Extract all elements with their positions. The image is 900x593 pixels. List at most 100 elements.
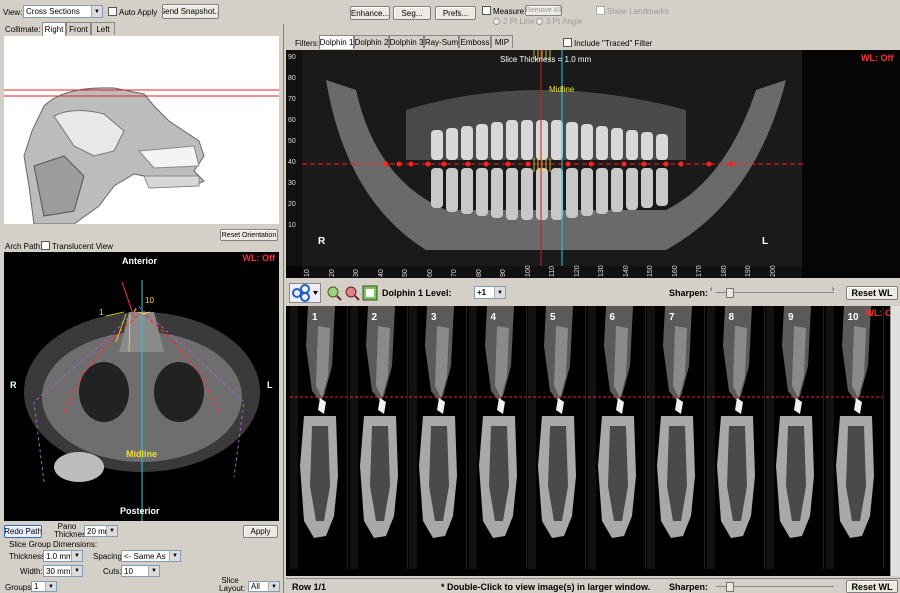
ruler-tick: 90 (288, 54, 296, 61)
cross-section-thumbnail[interactable]: 5 (528, 306, 586, 569)
chevron-down-icon: ▼ (494, 287, 505, 298)
status-sharpen-slider[interactable] (716, 582, 834, 592)
level-label: Dolphin 1 Level: (382, 288, 452, 298)
collimate-tabs: Right Front Left (42, 22, 122, 36)
slice-number: 4 (490, 312, 497, 323)
width-label: Width: (20, 567, 43, 576)
cross-section-render (409, 306, 466, 569)
pano-thickness-select[interactable]: 20 mm ▼ (84, 525, 118, 537)
include-traced-checkbox[interactable] (563, 38, 572, 47)
slider-thumb[interactable] (726, 582, 734, 592)
include-traced-label: Include "Traced" Filter (574, 39, 653, 48)
reset-orientation-button[interactable]: Reset Orientation (220, 229, 278, 241)
panoramic-view[interactable]: 90 80 70 60 50 40 30 20 10 10 20 30 40 50 60 70 80 90 1… (286, 50, 900, 278)
auto-apply-checkbox[interactable] (108, 7, 117, 16)
width-select[interactable]: 30 mm ▼ (43, 565, 83, 577)
slice-number: 2 (371, 312, 378, 323)
tab-left[interactable]: Left (91, 22, 115, 35)
slice-number: 6 (609, 312, 616, 323)
view-label: View: (3, 8, 23, 17)
cross-section-thumbnail[interactable]: 7 (647, 306, 705, 569)
lateral-3d-view[interactable] (4, 36, 279, 224)
pano-midline-label: Midline (549, 85, 575, 94)
ruler-tick: 40 (377, 269, 385, 277)
spacing-select[interactable]: <- Same As ▼ (121, 550, 181, 562)
ruler-tick: 10 (288, 222, 296, 229)
chevron-right-icon[interactable]: › (832, 286, 834, 293)
ruler-tick: 150 (647, 265, 654, 277)
tab-ray-sum[interactable]: Ray-Sum (424, 35, 459, 48)
ruler-tick: 20 (328, 269, 336, 277)
seg-button[interactable]: Seg... (393, 6, 431, 20)
chevron-down-icon: ▼ (91, 6, 102, 17)
cross-sections-area[interactable]: 1 2 3 4 5 6 7 8 9 10 WL: Off (286, 306, 900, 576)
level-value: +1 (477, 288, 487, 297)
slice-layout-select[interactable]: All ▼ (248, 581, 280, 592)
enhance-button[interactable]: Enhance... (350, 6, 390, 20)
translucent-view-checkbox[interactable] (41, 241, 50, 250)
tab-dolphin-2[interactable]: Dolphin 2 (354, 35, 389, 48)
cuts-select[interactable]: 10 ▼ (121, 565, 160, 577)
ruler-tick: 160 (671, 265, 679, 277)
ruler-tick: 170 (696, 265, 703, 277)
slice-layout-value: All (251, 582, 260, 591)
view-select[interactable]: Cross Sections ▼ (23, 5, 103, 18)
cross-section-thumbnail[interactable]: 2 (349, 306, 408, 569)
apply-button[interactable]: Apply (243, 525, 278, 538)
axial-view[interactable]: WL: Off Anterior Posterior Midline R L 1… (4, 252, 279, 521)
sharpen-slider[interactable]: ‹ › (710, 286, 834, 298)
status-sharpen-label: Sharpen: (669, 582, 709, 592)
send-snapshot-button[interactable]: Send Snapshot... (162, 4, 219, 19)
chevron-left-icon[interactable]: ‹ (710, 286, 712, 293)
measure-label: Measure: (493, 7, 527, 16)
axial-wl-off: WL: Off (242, 253, 275, 263)
cross-section-thumbnail[interactable]: 9 (766, 306, 824, 569)
cross-section-thumbnail[interactable]: 3 (409, 306, 467, 569)
auto-apply-label: Auto Apply (119, 8, 158, 17)
status-reset-wl-button[interactable]: Reset WL (846, 580, 898, 593)
cross-section-thumbnail[interactable]: 8 (706, 306, 765, 569)
ruler-tick: 200 (769, 265, 777, 277)
layout-menu-button[interactable] (289, 283, 321, 303)
fit-image-icon[interactable] (362, 285, 378, 301)
tab-dolphin-1[interactable]: Dolphin 1 (319, 35, 354, 49)
prefs-button[interactable]: Prefs... (435, 6, 476, 20)
slice-number: 1 (312, 312, 318, 323)
level-select[interactable]: +1 ▼ (474, 286, 506, 299)
pano-thickness-label: Pano Thickness: (54, 522, 93, 539)
remove-all-button[interactable]: Remove All (525, 5, 562, 16)
translucent-view-label: Translucent View (52, 242, 113, 251)
slider-thumb[interactable] (726, 288, 734, 298)
ruler-tick: 90 (500, 269, 507, 277)
two-pt-line-radio[interactable] (493, 18, 500, 25)
cuts-value: 10 (124, 566, 133, 576)
cross-section-render (349, 306, 407, 569)
slice-number: 8 (728, 312, 735, 323)
cross-section-thumbnail[interactable]: 10 (825, 306, 884, 569)
redo-path-button[interactable]: Redo Path (4, 525, 42, 538)
zoom-out-icon[interactable] (344, 285, 360, 301)
cuts-label: Cuts: (103, 567, 122, 576)
show-landmarks-checkbox[interactable] (596, 6, 605, 15)
cross-section-thumbnail[interactable]: 1 (290, 306, 348, 569)
ruler-tick: 110 (549, 265, 556, 277)
cross-section-render (528, 306, 585, 569)
tab-dolphin-3[interactable]: Dolphin 3 (389, 35, 424, 48)
cross-section-thumbnail[interactable]: 6 (587, 306, 646, 569)
tab-emboss[interactable]: Emboss (459, 35, 491, 48)
tab-right[interactable]: Right (42, 22, 66, 36)
cross-section-thumbnail[interactable]: 4 (468, 306, 527, 569)
ruler-tick: 60 (288, 117, 296, 124)
vertical-scrollbar[interactable] (890, 306, 900, 576)
tab-mip[interactable]: MIP (491, 35, 513, 48)
measure-checkbox[interactable] (482, 6, 491, 15)
groups-select[interactable]: 1 ▼ (31, 581, 57, 592)
three-pt-angle-radio[interactable] (536, 18, 543, 25)
cross-section-render (825, 306, 883, 569)
ruler-tick: 50 (288, 138, 296, 145)
cross-section-render (706, 306, 764, 569)
reset-wl-button[interactable]: Reset WL (846, 286, 898, 300)
tab-front[interactable]: Front (66, 22, 91, 35)
thickness-select[interactable]: 1.0 mm ▼ (43, 550, 83, 562)
zoom-in-icon[interactable] (326, 285, 342, 301)
